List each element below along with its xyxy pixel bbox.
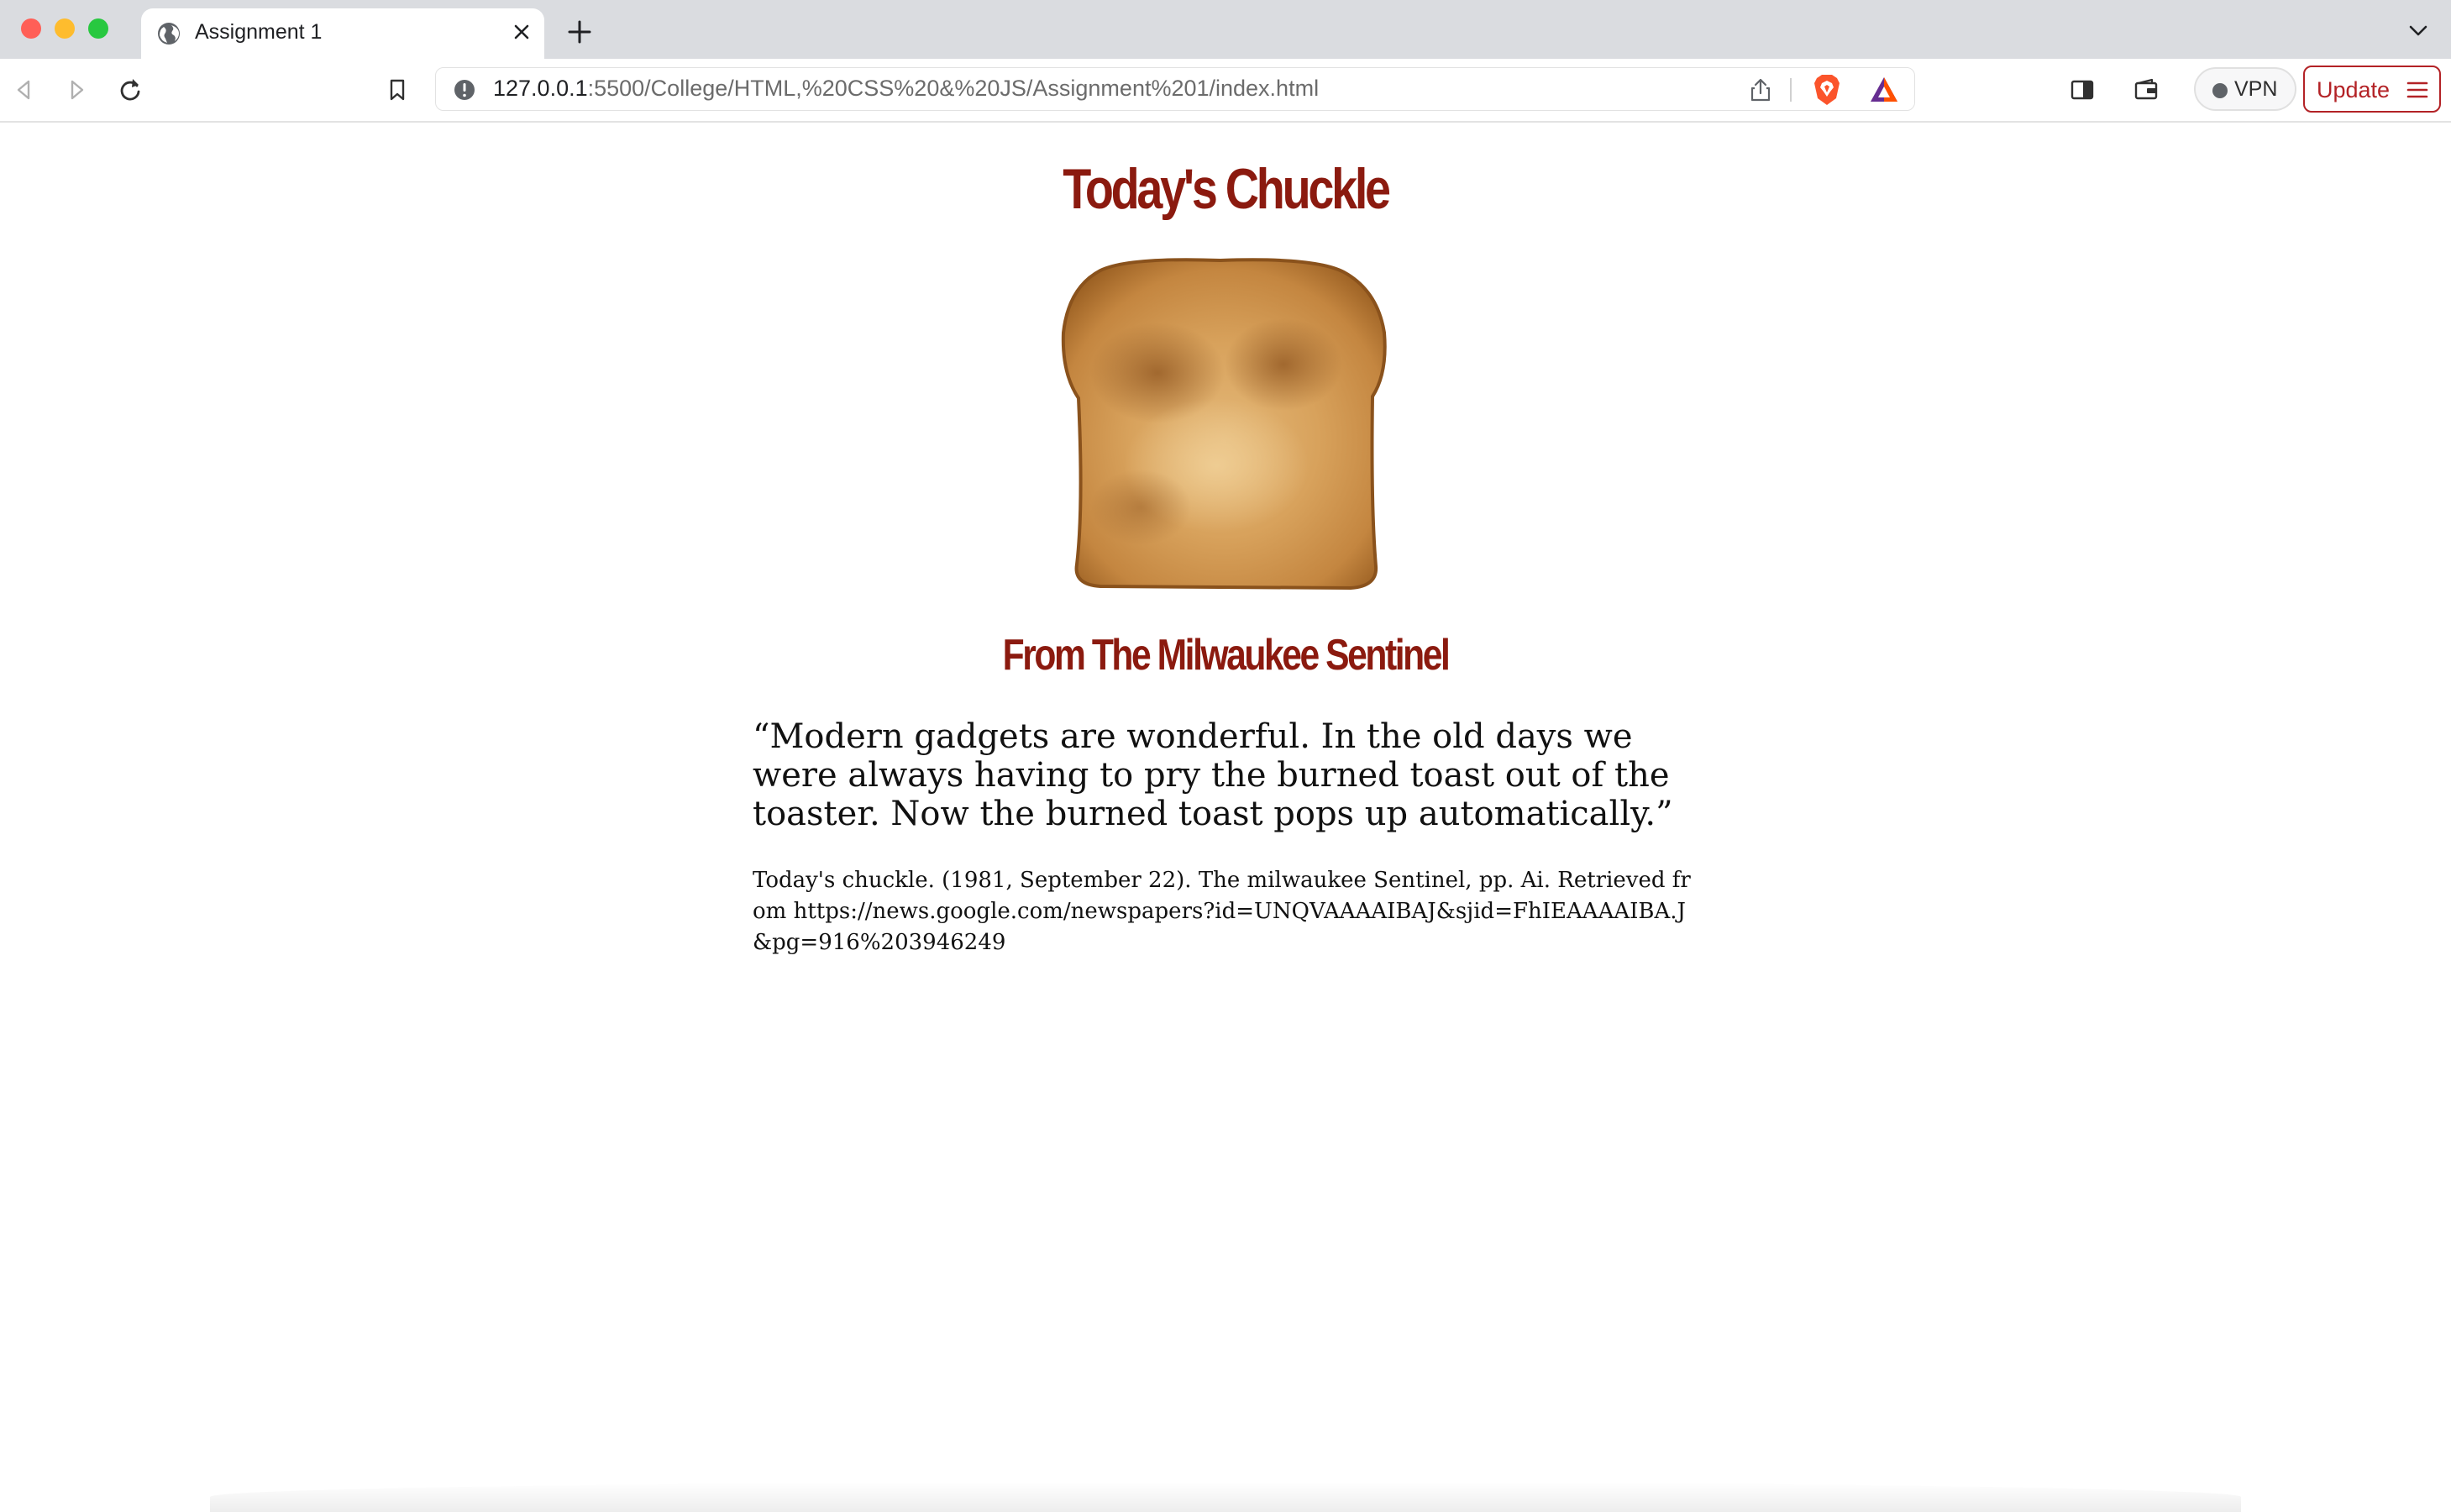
minimize-window-button[interactable]	[55, 18, 75, 39]
zoom-window-button[interactable]	[88, 18, 108, 39]
sidebar-icon[interactable]	[2068, 76, 2097, 104]
close-window-button[interactable]	[21, 18, 41, 39]
page-title: Today's Chuckle	[1063, 157, 1391, 221]
info-icon[interactable]	[453, 78, 476, 102]
window-shadow	[210, 1482, 2241, 1512]
address-bar[interactable]: 127.0.0.1:5500/College/HTML,%20CSS%20&%2…	[435, 67, 1915, 111]
browser-tab[interactable]: Assignment 1	[141, 8, 544, 59]
url-text[interactable]: 127.0.0.1:5500/College/HTML,%20CSS%20&%2…	[493, 76, 1319, 102]
page-content: Today's Chuckle From The Milwaukee Senti…	[0, 123, 2451, 1512]
vpn-label: VPN	[2234, 77, 2278, 101]
url-host: 127.0.0.1	[493, 76, 588, 101]
wallet-icon[interactable]	[2132, 76, 2160, 104]
update-button[interactable]: Update	[2303, 66, 2441, 113]
brave-shields-icon[interactable]	[1812, 73, 1842, 107]
browser-toolbar: 127.0.0.1:5500/College/HTML,%20CSS%20&%2…	[0, 59, 2451, 123]
divider	[1790, 78, 1792, 102]
update-label: Update	[2317, 77, 2391, 102]
quote-text: “Modern gadgets are wonderful. In the ol…	[753, 717, 1673, 833]
bookmark-icon[interactable]	[383, 76, 412, 104]
vpn-button[interactable]: VPN	[2194, 67, 2296, 111]
menu-icon	[2406, 81, 2428, 98]
tab-strip: Assignment 1	[0, 0, 2451, 59]
globe-icon	[158, 23, 180, 45]
close-icon[interactable]	[509, 19, 534, 45]
chevron-down-icon[interactable]	[2406, 20, 2431, 40]
vpn-status-icon	[2212, 83, 2228, 98]
share-icon[interactable]	[1748, 76, 1773, 103]
toast-image	[1061, 258, 1387, 591]
forward-icon[interactable]	[62, 76, 91, 104]
reload-icon[interactable]	[116, 76, 144, 104]
plus-icon[interactable]	[566, 18, 593, 45]
back-icon[interactable]	[10, 76, 39, 104]
citation-text: Today's chuckle. (1981, September 22). T…	[753, 868, 1691, 955]
url-path: :5500/College/HTML,%20CSS%20&%20JS/Assig…	[587, 76, 1320, 101]
source-heading: From The Milwaukee Sentinel	[1002, 631, 1451, 680]
tab-title: Assignment 1	[195, 20, 323, 44]
rewards-triangle-icon[interactable]	[1869, 75, 1899, 105]
